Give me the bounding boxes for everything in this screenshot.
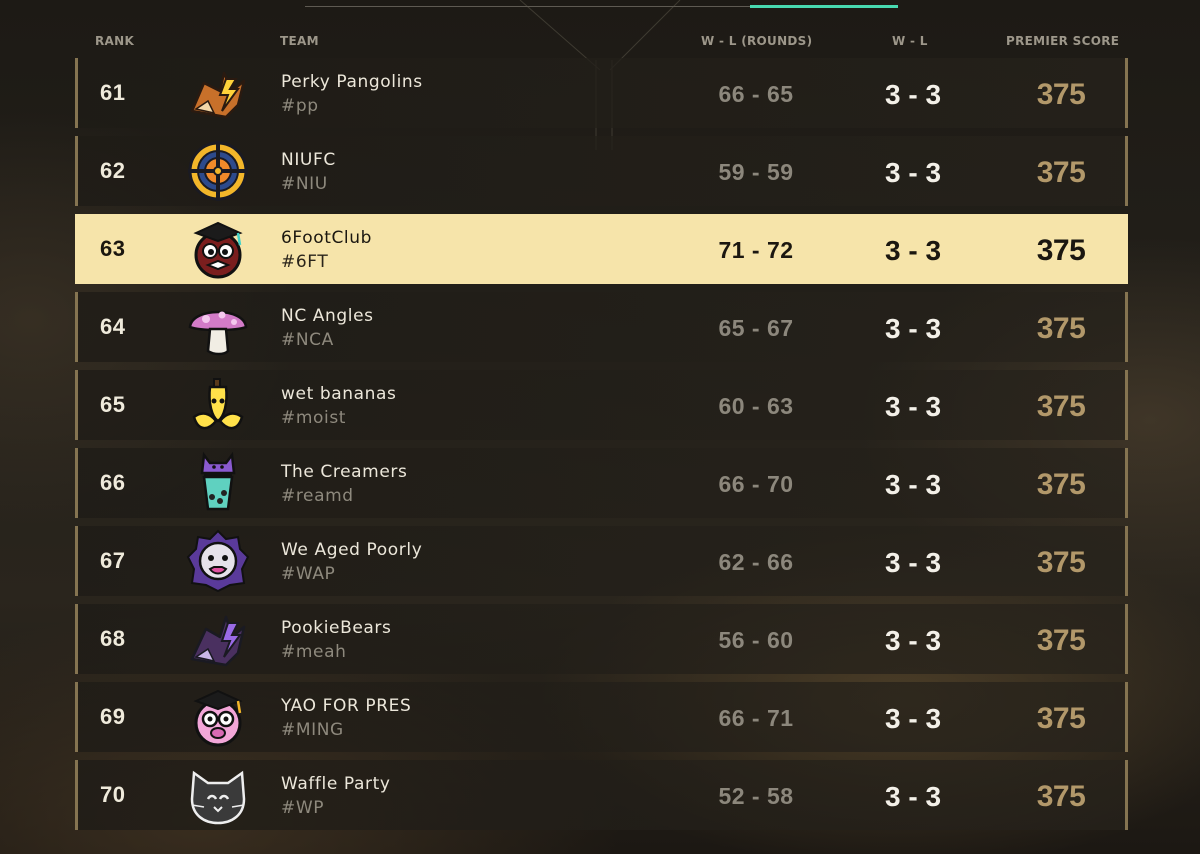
leaderboard-row[interactable]: 70 Waffle Party #WP 52 - 58 3 - 3 375 [75,760,1128,830]
leaderboard-table: 61 Perky Pangolins #pp 66 - 65 3 - 3 375… [75,58,1128,838]
crosshair-target-icon [186,139,250,203]
rounds-record: 60 - 63 [718,393,794,419]
team-name: Perky Pangolins [281,72,423,92]
team-name: 6FootClub [281,228,373,248]
cat-face-icon [186,763,250,827]
team-name: NIUFC [281,150,336,170]
graduate-pig-icon [186,685,250,749]
premier-score: 375 [1036,234,1086,267]
rank-number: 69 [100,704,126,729]
graduate-creature-icon [186,217,250,281]
team-tag: #WP [281,798,325,818]
leaderboard-row[interactable]: 67 We Aged Poorly #WAP 62 - 66 3 - 3 375 [75,526,1128,596]
team-name: PookieBears [281,618,392,638]
premier-score: 375 [1036,468,1086,501]
fox-lightning-icon [186,61,250,125]
leaderboard-row[interactable]: 62 NIUFC #NIU 59 - 59 3 - 3 375 [75,136,1128,206]
bulldog-icon [186,529,250,593]
banana-icon [186,373,250,437]
rounds-record: 66 - 71 [718,705,794,731]
rounds-record: 52 - 58 [718,783,794,809]
win-loss-record: 3 - 3 [884,235,942,266]
premier-score: 375 [1036,312,1086,345]
leaderboard-row[interactable]: 69 YAO FOR PRES #MING 66 - 71 3 - 3 375 [75,682,1128,752]
win-loss-record: 3 - 3 [884,547,942,578]
team-name: YAO FOR PRES [281,696,412,716]
active-tab-indicator [750,5,898,8]
win-loss-record: 3 - 3 [884,703,942,734]
leaderboard-row[interactable]: 61 Perky Pangolins #pp 66 - 65 3 - 3 375 [75,58,1128,128]
wolf-lightning-icon [186,607,250,671]
rounds-record: 59 - 59 [718,159,794,185]
team-tag: #reamd [281,486,354,506]
top-tab-bar [305,0,898,10]
rounds-record: 65 - 67 [718,315,794,341]
rank-number: 63 [100,236,126,261]
win-loss-record: 3 - 3 [884,79,942,110]
rank-number: 66 [100,470,126,495]
premier-score: 375 [1036,390,1086,423]
team-tag: #MING [281,720,344,740]
premier-score: 375 [1036,702,1086,735]
team-tag: #pp [281,96,319,116]
team-name: Waffle Party [281,774,391,794]
rank-number: 61 [100,80,126,105]
rank-number: 64 [100,314,126,339]
leaderboard-header: RANK TEAM W - L (ROUNDS) W - L PREMIER S… [75,32,1128,50]
team-tag: #6FT [281,252,329,272]
win-loss-record: 3 - 3 [884,391,942,422]
leaderboard-row[interactable]: 65 wet bananas #moist 60 - 63 3 - 3 375 [75,370,1128,440]
rounds-record: 71 - 72 [718,237,794,263]
rank-number: 67 [100,548,126,573]
team-name: We Aged Poorly [281,540,423,560]
premier-score: 375 [1036,624,1086,657]
premier-score: 375 [1036,546,1086,579]
team-tag: #WAP [281,564,336,584]
team-tag: #meah [281,642,347,662]
leaderboard-row[interactable]: 66 The Creamers #reamd 66 - 70 3 - 3 375 [75,448,1128,518]
leaderboard-row-own-team[interactable]: 63 6FootClub #6FT 71 - 72 3 - 3 375 [75,214,1128,284]
mushroom-icon [186,295,250,359]
rounds-record: 56 - 60 [718,627,794,653]
premier-score: 375 [1036,156,1086,189]
team-name: NC Angles [281,306,374,326]
win-loss-column-header: W - L [892,34,928,48]
rank-number: 68 [100,626,126,651]
boba-cat-icon [186,451,250,515]
premier-score: 375 [1036,78,1086,111]
premier-score: 375 [1036,780,1086,813]
rounds-record: 66 - 70 [718,471,794,497]
premier-score-column-header: PREMIER SCORE [1006,34,1120,48]
rank-number: 65 [100,392,126,417]
rounds-column-header: W - L (ROUNDS) [701,34,813,48]
leaderboard-row[interactable]: 64 NC Angles #NCA 65 - 67 3 - 3 375 [75,292,1128,362]
win-loss-record: 3 - 3 [884,157,942,188]
team-tag: #NCA [281,330,334,350]
rank-number: 62 [100,158,126,183]
team-name: wet bananas [281,384,397,404]
team-tag: #moist [281,408,347,428]
team-column-header: TEAM [280,34,319,48]
team-tag: #NIU [281,174,328,194]
win-loss-record: 3 - 3 [884,781,942,812]
rounds-record: 62 - 66 [718,549,794,575]
rank-number: 70 [100,782,126,807]
win-loss-record: 3 - 3 [884,313,942,344]
leaderboard-row[interactable]: 68 PookieBears #meah 56 - 60 3 - 3 375 [75,604,1128,674]
rounds-record: 66 - 65 [718,81,794,107]
team-name: The Creamers [281,462,408,482]
rank-column-header: RANK [95,34,135,48]
win-loss-record: 3 - 3 [884,469,942,500]
win-loss-record: 3 - 3 [884,625,942,656]
